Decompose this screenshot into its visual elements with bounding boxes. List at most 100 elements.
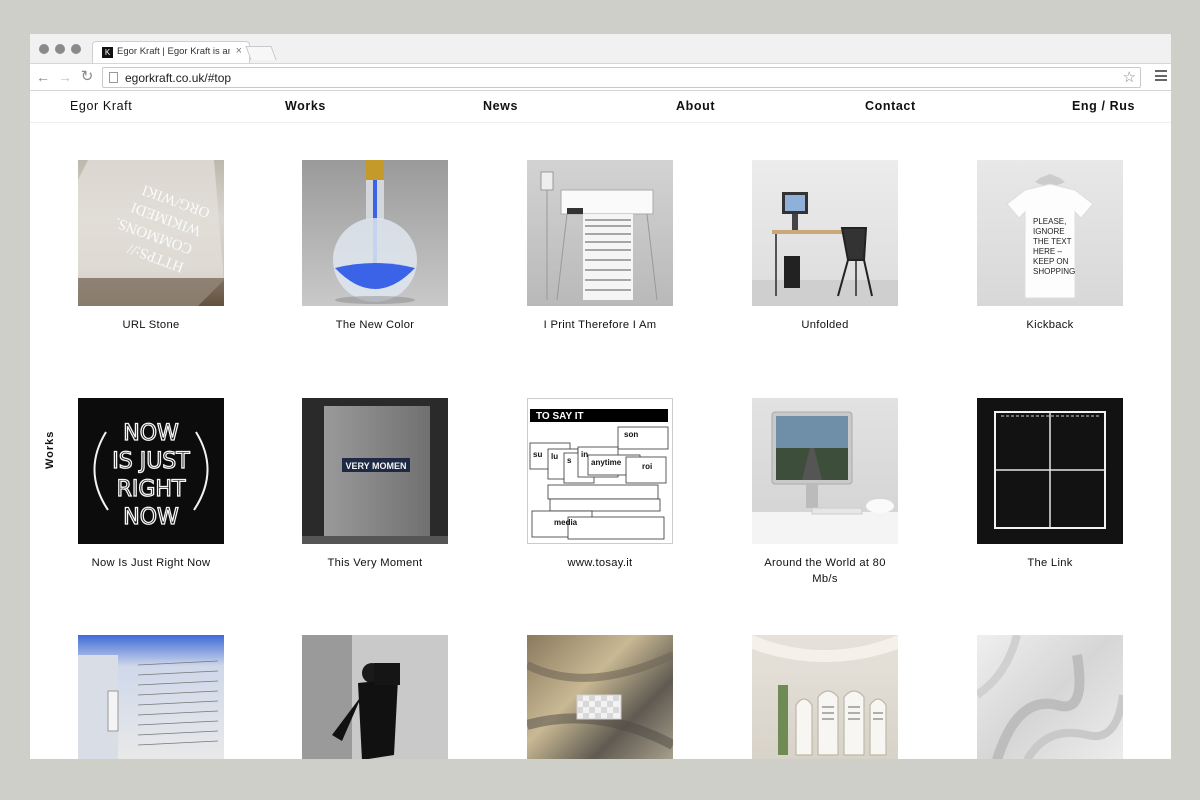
work-title[interactable]: Around the World at 80 Mb/s xyxy=(752,555,898,587)
language-switch[interactable]: Eng / Rus xyxy=(1072,99,1135,113)
popup-word: in xyxy=(581,450,588,459)
panel-image: VERY MOMEN xyxy=(302,406,448,544)
work-thumbnail[interactable] xyxy=(977,398,1123,544)
neon-text-line: NOW xyxy=(123,421,179,446)
work-item-now-is-just-right-now[interactable]: NOW IS JUST RIGHT NOW Now Is Just Right … xyxy=(78,398,224,571)
site-nav: Egor Kraft Works News About Contact Eng … xyxy=(30,92,1171,123)
maximize-window-button[interactable] xyxy=(71,44,81,54)
work-title[interactable]: The New Color xyxy=(302,317,448,333)
work-thumbnail[interactable] xyxy=(752,398,898,544)
neon-text-line: RIGHT xyxy=(117,477,186,502)
work-item[interactable] xyxy=(977,635,1123,759)
work-item-kickback[interactable]: PLEASE, IGNORE THE TEXT HERE – KEEP ON S… xyxy=(977,160,1123,333)
work-item-around-the-world[interactable]: Around the World at 80 Mb/s xyxy=(752,398,898,587)
work-item[interactable] xyxy=(752,635,898,759)
popup-word: son xyxy=(624,430,638,439)
work-thumbnail[interactable]: HTTPS:// COMMONS. WIKIMEDI ORG/WIKI xyxy=(78,160,224,306)
browser-toolbar: ← → ↻ egorkraft.co.uk/#top ☆ xyxy=(30,63,1171,91)
baroque-hall-image xyxy=(752,635,898,756)
site-brand-link[interactable]: Egor Kraft xyxy=(70,99,132,113)
work-thumbnail[interactable] xyxy=(752,160,898,306)
work-title[interactable]: URL Stone xyxy=(78,317,224,333)
neon-sign-image: NOW IS JUST RIGHT NOW xyxy=(93,420,209,531)
stone-slab-image: HTTPS:// COMMONS. WIKIMEDI ORG/WIKI xyxy=(78,160,224,306)
tab-title: Egor Kraft | Egor Kraft is an xyxy=(117,46,230,57)
popup-word: s xyxy=(567,456,572,465)
work-thumbnail[interactable]: NOW IS JUST RIGHT NOW xyxy=(78,398,224,544)
work-thumbnail[interactable] xyxy=(78,635,224,759)
work-title[interactable]: Kickback xyxy=(977,317,1123,333)
work-item-tosay[interactable]: TO SAY IT son su lu s in anytime roi med… xyxy=(527,398,673,571)
work-thumbnail[interactable]: VERY MOMEN xyxy=(302,398,448,544)
work-item-this-very-moment[interactable]: VERY MOMEN This Very Moment xyxy=(302,398,448,571)
close-window-button[interactable] xyxy=(39,44,49,54)
fabric-image xyxy=(977,635,1123,759)
work-thumbnail[interactable] xyxy=(752,635,898,759)
popup-word: su xyxy=(533,450,542,459)
tab-close-icon[interactable]: × xyxy=(236,45,242,57)
work-title[interactable]: I Print Therefore I Am xyxy=(527,317,673,333)
nav-news-link[interactable]: News xyxy=(483,99,518,113)
work-title[interactable]: Now Is Just Right Now xyxy=(78,555,224,571)
minimize-window-button[interactable] xyxy=(55,44,65,54)
new-tab-button[interactable] xyxy=(245,46,277,60)
address-bar[interactable]: egorkraft.co.uk/#top ☆ xyxy=(102,67,1141,88)
site-favicon-icon: K xyxy=(102,47,113,58)
browser-window: K Egor Kraft | Egor Kraft is an × ← → ↻ … xyxy=(30,34,1171,759)
nav-contact-link[interactable]: Contact xyxy=(865,99,916,113)
popup-windows-image: TO SAY IT son su lu s in anytime roi med… xyxy=(529,409,669,540)
work-thumbnail[interactable] xyxy=(527,635,673,759)
nav-about-link[interactable]: About xyxy=(676,99,715,113)
printer-image xyxy=(540,171,658,301)
star-icon[interactable]: ☆ xyxy=(1123,68,1136,86)
work-thumbnail[interactable] xyxy=(527,160,673,306)
hamburger-menu-icon[interactable] xyxy=(1155,70,1167,81)
reload-icon[interactable]: ↻ xyxy=(79,68,95,86)
neon-text-line: IS JUST xyxy=(112,449,190,474)
work-thumbnail[interactable]: PLEASE, IGNORE THE TEXT HERE – KEEP ON S… xyxy=(977,160,1123,306)
work-item-the-link[interactable]: The Link xyxy=(977,398,1123,571)
tshirt-image: PLEASE, IGNORE THE TEXT HERE – KEEP ON S… xyxy=(1006,174,1094,299)
shirt-text-line: SHOPPING xyxy=(1033,267,1075,276)
figure-image xyxy=(302,635,448,759)
work-item-unfolded[interactable]: Unfolded xyxy=(752,160,898,333)
desk-image xyxy=(752,192,898,306)
work-item-i-print[interactable]: I Print Therefore I Am xyxy=(527,160,673,333)
work-thumbnail[interactable] xyxy=(302,635,448,759)
satellite-image xyxy=(527,651,673,750)
led-text: VERY MOMEN xyxy=(345,461,406,471)
shirt-text-line: THE TEXT xyxy=(1033,237,1072,246)
work-item[interactable] xyxy=(302,635,448,759)
neon-text-line: NOW xyxy=(123,505,179,530)
work-thumbnail[interactable]: TO SAY IT son su lu s in anytime roi med… xyxy=(527,398,673,544)
popup-word: media xyxy=(554,518,578,527)
url-text[interactable]: egorkraft.co.uk/#top xyxy=(125,71,231,85)
page-icon xyxy=(109,72,118,83)
shirt-text-line: PLEASE, xyxy=(1033,217,1066,226)
popup-word: anytime xyxy=(591,458,622,467)
work-item-new-color[interactable]: The New Color xyxy=(302,160,448,333)
shirt-text-line: KEEP ON xyxy=(1033,257,1069,266)
browser-tab[interactable]: K Egor Kraft | Egor Kraft is an × xyxy=(92,41,250,63)
monitor-image xyxy=(752,411,898,544)
shirt-text-line: HERE – xyxy=(1033,247,1062,256)
work-title[interactable]: Unfolded xyxy=(752,317,898,333)
arrow-right-icon[interactable]: → xyxy=(57,68,73,86)
work-title[interactable]: The Link xyxy=(977,555,1123,571)
neon-frame-image xyxy=(994,411,1106,529)
arrow-left-icon[interactable]: ← xyxy=(35,68,51,86)
work-thumbnail[interactable] xyxy=(302,160,448,306)
gallery-room-image xyxy=(78,655,219,759)
flask-image xyxy=(333,160,417,304)
work-thumbnail[interactable] xyxy=(977,635,1123,759)
nav-works-link[interactable]: Works xyxy=(285,99,326,113)
tosay-heading: TO SAY IT xyxy=(536,411,584,422)
section-label-works: Works xyxy=(44,430,56,469)
popup-word: roi xyxy=(642,462,652,471)
work-title[interactable]: www.tosay.it xyxy=(527,555,673,571)
work-title[interactable]: This Very Moment xyxy=(302,555,448,571)
work-item-url-stone[interactable]: HTTPS:// COMMONS. WIKIMEDI ORG/WIKI URL … xyxy=(78,160,224,333)
work-item[interactable] xyxy=(78,635,224,759)
shirt-text-line: IGNORE xyxy=(1033,227,1065,236)
work-item[interactable] xyxy=(527,635,673,759)
